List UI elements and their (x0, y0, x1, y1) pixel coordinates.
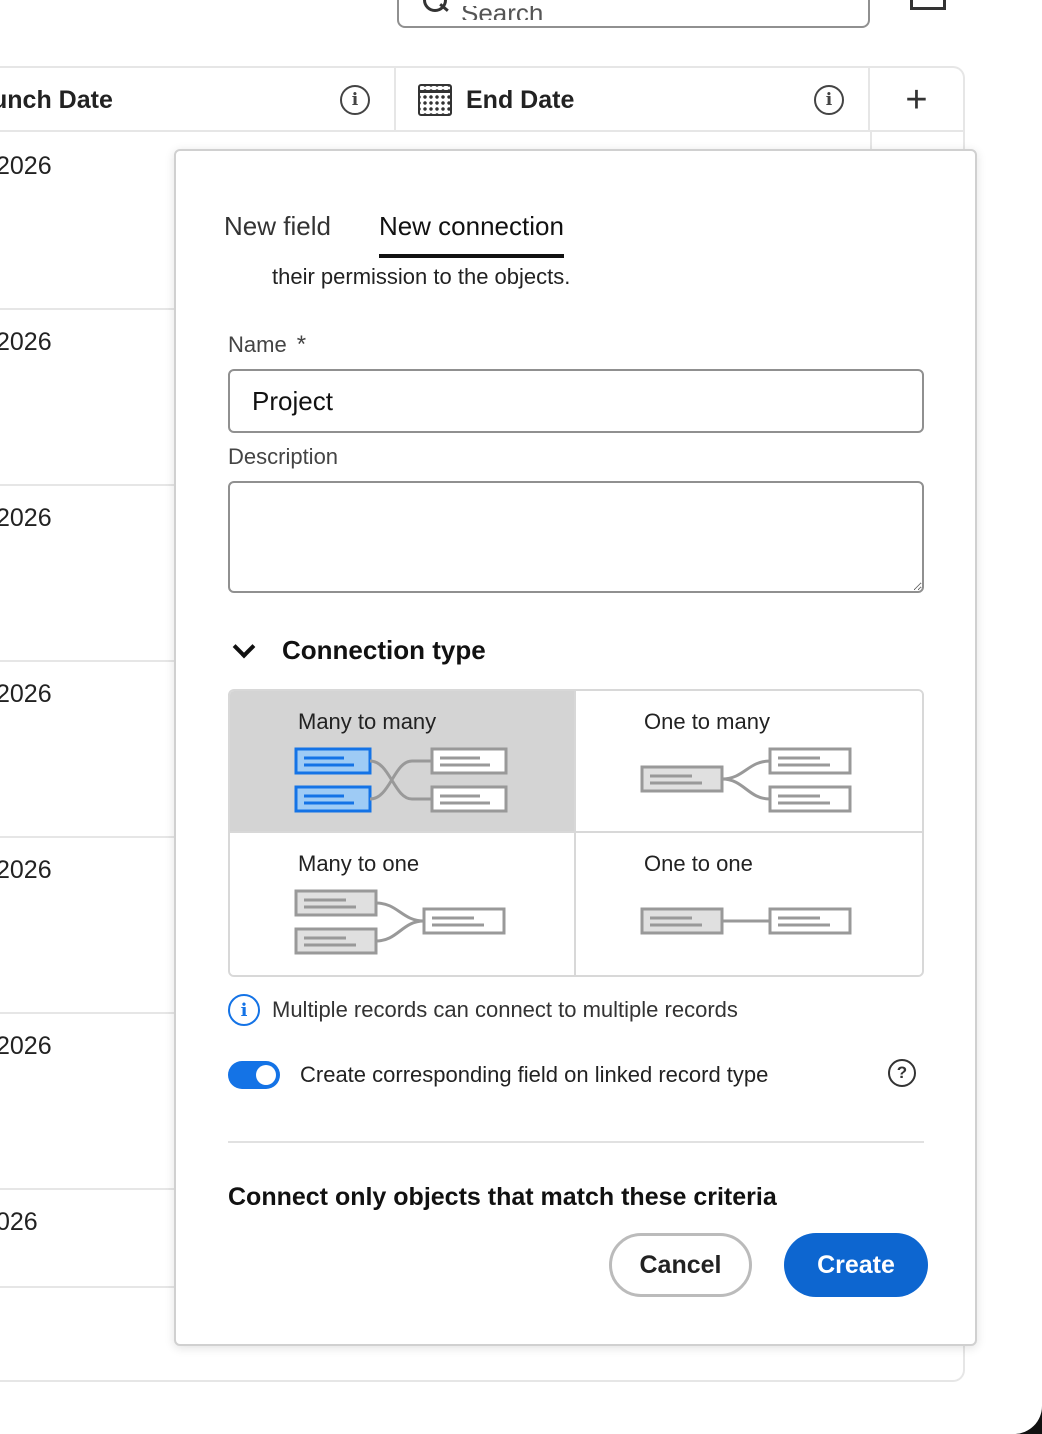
cell-launch-date: 026 (0, 1208, 38, 1236)
many-to-one-icon (294, 889, 506, 955)
table-row[interactable]: 2026 (0, 486, 175, 662)
connection-type-many-to-many[interactable]: Many to many (230, 691, 576, 833)
popover-tabs: New field New connection (224, 211, 564, 258)
connection-type-label: Many to one (298, 851, 420, 876)
search-placeholder: Search (461, 6, 543, 20)
table-row[interactable]: 2026 (0, 838, 175, 1014)
table-row[interactable]: 2026 (0, 1014, 175, 1190)
name-label: Name * (228, 331, 306, 359)
cell-launch-date: 2026 (0, 680, 52, 708)
required-mark: * (296, 331, 307, 358)
table-header: unch Date i End Date i + (0, 68, 963, 132)
one-to-one-icon (640, 907, 852, 935)
divider (228, 1141, 924, 1143)
connection-type-one-to-one[interactable]: One to one (576, 833, 922, 975)
many-to-many-icon (294, 747, 508, 813)
table-row[interactable]: 2026 (0, 310, 175, 486)
connection-description-text: their permission to the objects. (272, 264, 571, 289)
connection-type-grid: Many to many One to many Many to one One… (228, 689, 924, 977)
table-row[interactable]: 2026 (0, 134, 175, 310)
search-input[interactable]: Search (397, 0, 870, 28)
info-icon: i (228, 994, 260, 1026)
help-icon[interactable]: ? (888, 1059, 916, 1087)
search-icon (421, 0, 451, 20)
cell-launch-date: 2026 (0, 328, 52, 356)
cell-launch-date: 2026 (0, 1032, 52, 1060)
connection-type-one-to-many[interactable]: One to many (576, 691, 922, 833)
create-button[interactable]: Create (784, 1233, 928, 1297)
new-connection-popover: New field New connection their permissio… (174, 149, 977, 1346)
cell-launch-date: 2026 (0, 856, 52, 884)
plus-icon: + (905, 79, 928, 121)
connection-type-label: One to one (644, 851, 753, 876)
corresponding-field-row: Create corresponding field on linked rec… (228, 1059, 924, 1089)
chevron-down-icon (232, 635, 256, 658)
info-icon[interactable]: i (340, 85, 370, 115)
toggle-label: Create corresponding field on linked rec… (300, 1062, 769, 1087)
name-label-text: Name (228, 332, 287, 357)
column-header-launch-date[interactable]: unch Date i (0, 68, 396, 132)
connection-type-label: One to many (644, 709, 770, 734)
tab-new-connection[interactable]: New connection (378, 211, 564, 258)
connection-type-title: Connection type (282, 635, 486, 665)
tab-new-field[interactable]: New field (224, 211, 331, 258)
description-label: Description (228, 444, 339, 469)
one-to-many-icon (640, 747, 852, 813)
window-corner (1002, 1394, 1042, 1434)
column-header-label: End Date (466, 85, 575, 114)
table-row[interactable]: 2026 (0, 662, 175, 838)
corresponding-field-toggle[interactable] (228, 1061, 280, 1089)
column-header-end-date[interactable]: End Date i (396, 68, 870, 132)
info-icon[interactable]: i (814, 85, 844, 115)
connection-type-many-to-one[interactable]: Many to one (230, 833, 576, 975)
table-row[interactable]: 026 (0, 1190, 175, 1288)
fullscreen-icon[interactable] (910, 0, 946, 10)
calendar-icon (418, 84, 452, 116)
cell-launch-date: 2026 (0, 504, 52, 532)
connection-type-hint: i Multiple records can connect to multip… (228, 994, 738, 1026)
hint-text: Multiple records can connect to multiple… (272, 997, 738, 1022)
connection-type-label: Many to many (298, 709, 437, 734)
description-field[interactable] (228, 481, 924, 593)
connection-type-toggle[interactable]: Connection type (232, 635, 486, 666)
criteria-section-title[interactable]: Connect only objects that match these cr… (228, 1183, 777, 1212)
column-header-label: unch Date (0, 85, 113, 114)
cell-launch-date: 2026 (0, 152, 52, 180)
cancel-button[interactable]: Cancel (609, 1233, 752, 1297)
name-field[interactable] (228, 369, 924, 433)
add-column-button[interactable]: + (870, 68, 963, 132)
